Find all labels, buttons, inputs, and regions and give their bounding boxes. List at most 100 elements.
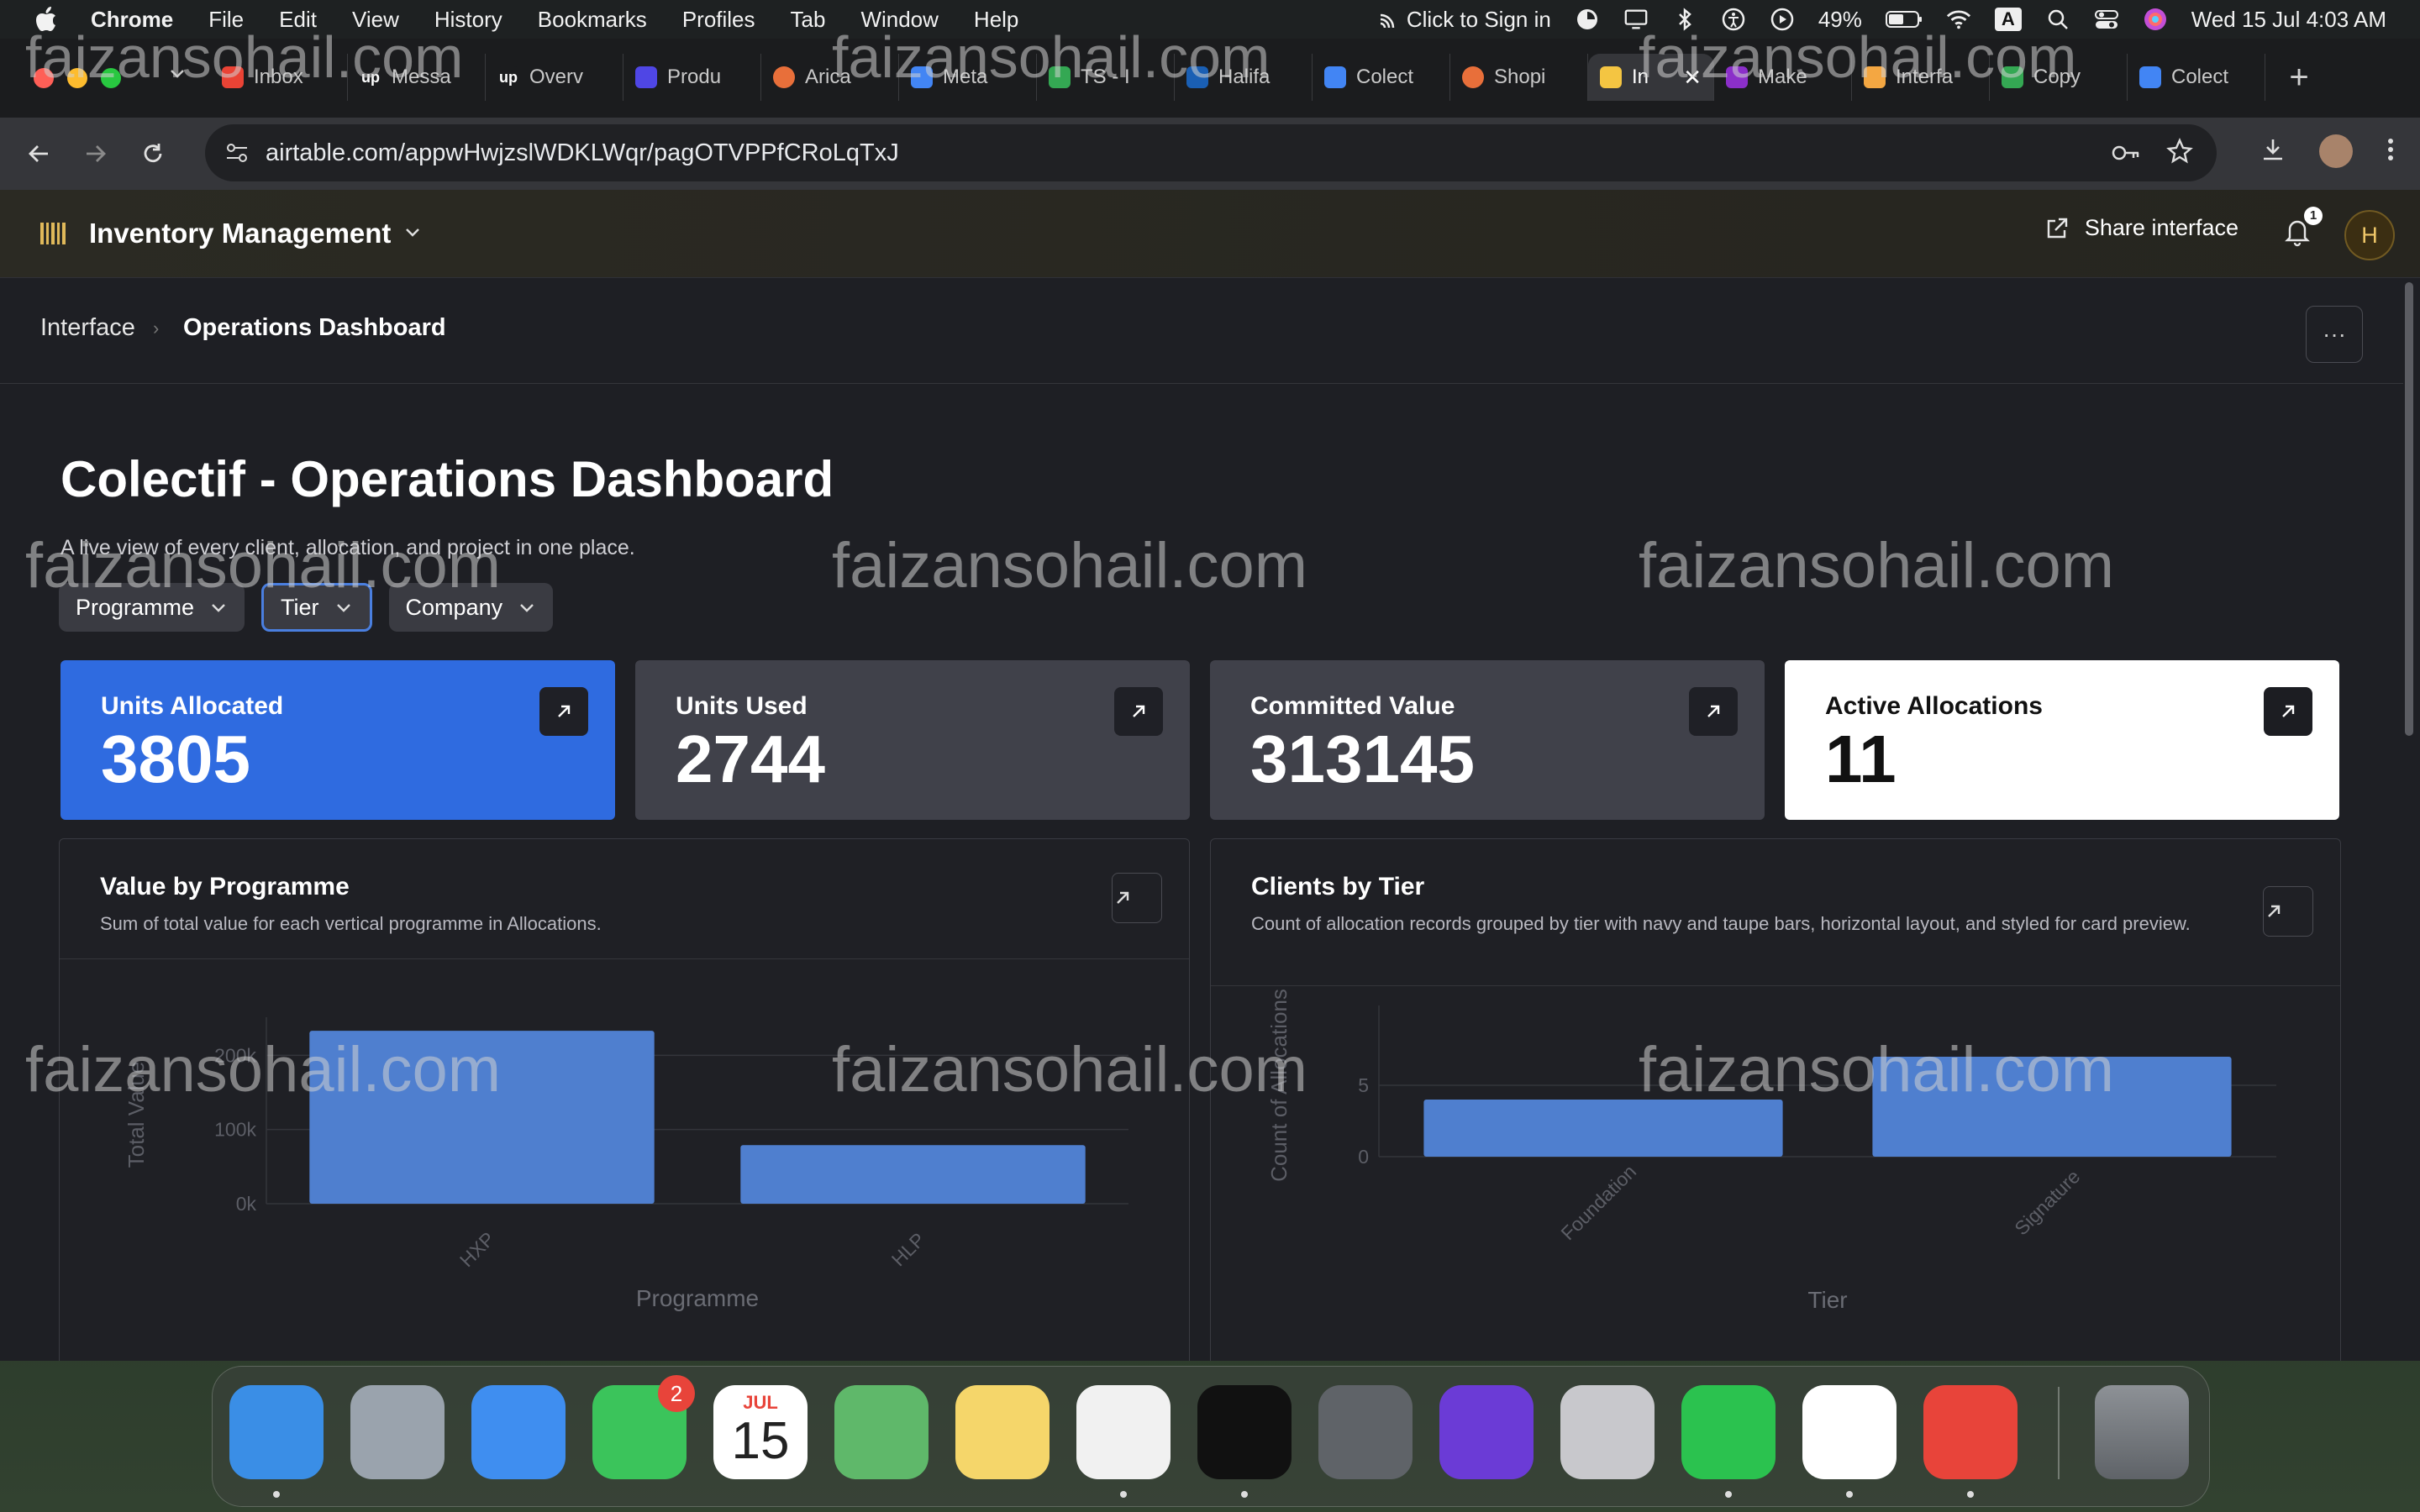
close-window-button[interactable] (34, 68, 54, 88)
share-interface-button[interactable]: Share interface (2044, 215, 2238, 241)
menu-clock[interactable]: Wed 15 Jul 4:03 AM (2191, 7, 2386, 33)
expand-arrow-icon[interactable] (539, 687, 588, 736)
address-bar[interactable]: airtable.com/appwHwjzslWDKLWqr/pagOTVPPf… (205, 124, 2217, 181)
expand-arrow-icon[interactable] (2264, 687, 2312, 736)
bluetooth-icon[interactable] (1672, 7, 1697, 32)
password-key-icon[interactable] (2111, 139, 2141, 173)
browser-tab[interactable]: Make (1714, 54, 1852, 101)
kpi-units-used[interactable]: Units Used 2744 (635, 660, 1190, 820)
finder-app-icon[interactable] (229, 1385, 324, 1479)
browser-tab[interactable]: Colect (2128, 54, 2265, 101)
browser-tab[interactable]: TS - I (1037, 54, 1175, 101)
browser-menu-icon[interactable] (2386, 137, 2395, 166)
menu-profiles[interactable]: Profiles (682, 7, 755, 33)
user-avatar[interactable]: H (2344, 210, 2395, 260)
battery-icon[interactable] (1885, 7, 1923, 32)
input-source-badge[interactable]: A (1994, 8, 2022, 31)
chevron-down-icon[interactable] (402, 222, 423, 246)
control-center-icon[interactable] (2094, 7, 2119, 32)
trash-icon[interactable] (2095, 1385, 2189, 1479)
expand-arrow-icon[interactable] (1114, 687, 1163, 736)
calendar-app-icon[interactable]: JUL 15 (713, 1385, 808, 1479)
breadcrumb-current-page[interactable]: Operations Dashboard (183, 314, 446, 342)
browser-tab[interactable]: Produ (623, 54, 761, 101)
spotlight-search-icon[interactable] (2045, 7, 2070, 32)
menu-view[interactable]: View (352, 7, 399, 33)
clock-icon[interactable] (1575, 7, 1600, 32)
notes-app-icon[interactable] (955, 1385, 1050, 1479)
menu-app-name[interactable]: Chrome (91, 7, 173, 33)
expand-arrow-icon[interactable] (1112, 873, 1162, 923)
menu-history[interactable]: History (434, 7, 502, 33)
back-button[interactable] (20, 135, 57, 172)
notifications-button[interactable]: 1 (2282, 207, 2323, 249)
forward-button[interactable] (77, 135, 114, 172)
running-indicator (1846, 1491, 1853, 1498)
kpi-units-allocated[interactable]: Units Allocated 3805 (60, 660, 615, 820)
browser-tab[interactable]: Meta (899, 54, 1037, 101)
close-tab-icon[interactable]: ✕ (1683, 65, 1702, 91)
whatsapp-app-icon[interactable] (1681, 1385, 1776, 1479)
card-divider (60, 958, 1189, 959)
expand-arrow-icon[interactable] (2263, 886, 2313, 937)
new-tab-button[interactable]: + (2282, 59, 2316, 97)
mail-app-icon[interactable] (471, 1385, 566, 1479)
firefox-app-icon[interactable] (1439, 1385, 1534, 1479)
maps-app-icon[interactable] (834, 1385, 929, 1479)
upwork-favicon-icon: up (497, 66, 519, 88)
calculator-app-icon[interactable] (1318, 1385, 1413, 1479)
bar (1423, 1100, 1783, 1157)
sign-in-status[interactable]: Click to Sign in (1378, 7, 1551, 33)
y-tick-label: 200k (214, 1044, 256, 1066)
zoom-window-button[interactable] (101, 68, 121, 88)
breadcrumb-interface[interactable]: Interface (40, 314, 135, 342)
reload-button[interactable] (134, 135, 171, 172)
browser-tab[interactable]: Colect (1313, 54, 1450, 101)
browser-tab[interactable]: up Messa (348, 54, 486, 101)
anydesk-app-icon[interactable] (1923, 1385, 2018, 1479)
apple-menu-icon[interactable] (34, 5, 59, 34)
browser-tab[interactable]: Shopi (1450, 54, 1588, 101)
profile-avatar[interactable] (2319, 134, 2353, 168)
bookmark-star-icon[interactable] (2166, 138, 2193, 171)
messages-app-icon[interactable]: 2 (592, 1375, 695, 1479)
menu-file[interactable]: File (208, 7, 244, 33)
menu-bookmarks[interactable]: Bookmarks (538, 7, 647, 33)
kpi-committed-value[interactable]: Committed Value 313145 (1210, 660, 1765, 820)
filter-tier[interactable]: Tier (261, 583, 372, 632)
download-icon[interactable] (2260, 137, 2286, 166)
page-scrollbar[interactable] (2405, 282, 2413, 736)
menu-help[interactable]: Help (974, 7, 1018, 33)
iphone-mirroring-app-icon[interactable] (1560, 1385, 1655, 1479)
browser-tab[interactable]: Halifa (1175, 54, 1313, 101)
minimize-window-button[interactable] (67, 68, 87, 88)
browser-tab[interactable]: up Overv (486, 54, 623, 101)
spotify-app-icon[interactable] (1197, 1385, 1292, 1479)
base-name[interactable]: Inventory Management (89, 218, 391, 249)
kpi-active-allocations[interactable]: Active Allocations 11 (1785, 660, 2339, 820)
accessibility-icon[interactable] (1721, 7, 1746, 32)
menu-edit[interactable]: Edit (279, 7, 317, 33)
chrome-app-icon[interactable] (1076, 1385, 1171, 1479)
media-play-icon[interactable] (1770, 7, 1795, 32)
slack-app-icon[interactable] (1802, 1385, 1897, 1479)
browser-tab[interactable]: Copy (1990, 54, 2128, 101)
browser-tab-active[interactable]: In ✕ (1588, 54, 1714, 101)
tab-label: Colect (2171, 66, 2229, 88)
launchpad-app-icon[interactable] (350, 1385, 445, 1479)
menu-tab[interactable]: Tab (791, 7, 826, 33)
browser-tab[interactable]: Interfa (1852, 54, 1990, 101)
display-icon[interactable] (1623, 7, 1649, 32)
site-info-icon[interactable] (224, 139, 250, 173)
siri-icon[interactable] (2143, 7, 2168, 32)
tab-search-chevron-icon[interactable] (166, 62, 188, 88)
expand-arrow-icon[interactable] (1689, 687, 1738, 736)
wifi-icon[interactable] (1946, 7, 1971, 32)
filter-programme[interactable]: Programme (59, 583, 245, 632)
filter-company[interactable]: Company (388, 583, 554, 632)
kpi-value: 313145 (1250, 722, 1475, 796)
more-options-button[interactable]: ··· (2306, 306, 2363, 363)
browser-tab[interactable]: Arica (761, 54, 899, 101)
menu-window[interactable]: Window (860, 7, 938, 33)
browser-tab[interactable]: Inbox (210, 54, 348, 101)
